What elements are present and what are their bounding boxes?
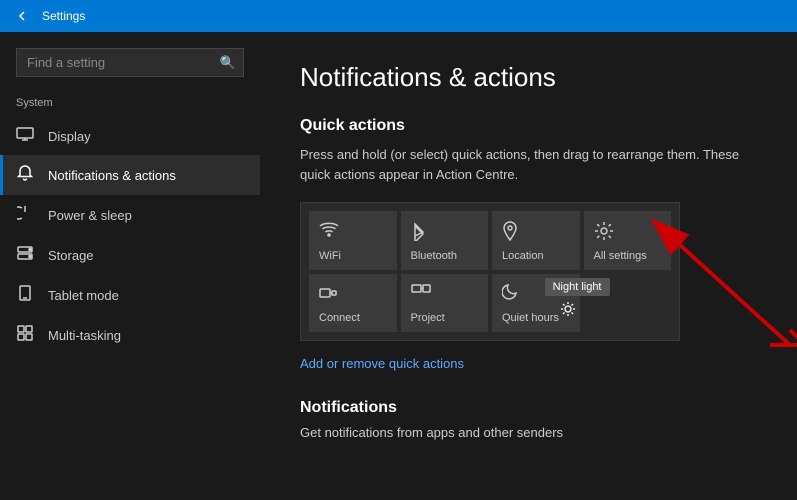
- sidebar-item-tablet[interactable]: Tablet mode: [0, 275, 260, 315]
- settings-icon: [594, 221, 664, 246]
- notifications-desc: Get notifications from apps and other se…: [300, 425, 757, 440]
- project-icon: [411, 284, 481, 305]
- tile-project[interactable]: Project: [401, 274, 489, 332]
- tile-project-label: Project: [411, 312, 481, 324]
- tile-location-label: Location: [502, 250, 572, 262]
- tile-quiet-hours[interactable]: Quiet hours Night light: [492, 274, 580, 332]
- storage-icon: [16, 245, 34, 265]
- sidebar-item-label-notifications: Notifications & actions: [48, 168, 176, 183]
- tile-wifi[interactable]: WiFi: [309, 211, 397, 270]
- multitasking-icon: [16, 325, 34, 345]
- back-button[interactable]: [12, 6, 32, 26]
- tile-bluetooth[interactable]: Bluetooth: [401, 211, 489, 270]
- search-input[interactable]: [16, 48, 244, 77]
- tile-connect[interactable]: Connect: [309, 274, 397, 332]
- tile-location[interactable]: Location: [492, 211, 580, 270]
- sidebar-search-container: 🔍: [16, 48, 244, 77]
- sidebar-item-label-display: Display: [48, 129, 91, 144]
- sidebar-item-label-multitasking: Multi-tasking: [48, 328, 121, 343]
- title-bar: Settings: [0, 0, 797, 32]
- power-icon: [16, 205, 34, 225]
- add-remove-link[interactable]: Add or remove quick actions: [300, 356, 464, 371]
- location-icon: [502, 221, 572, 246]
- bluetooth-icon: [411, 221, 481, 246]
- tile-all-settings-label: All settings: [594, 250, 664, 262]
- tablet-icon: [16, 285, 34, 305]
- night-light-tooltip: Night light: [545, 278, 610, 296]
- sidebar-item-notifications[interactable]: Notifications & actions: [0, 155, 260, 195]
- sidebar-item-multitasking[interactable]: Multi-tasking: [0, 315, 260, 355]
- quick-actions-wrapper: WiFi Bluetooth: [300, 202, 680, 355]
- sidebar-item-label-power: Power & sleep: [48, 208, 132, 223]
- sidebar-item-label-tablet: Tablet mode: [48, 288, 119, 303]
- sidebar-item-storage[interactable]: Storage: [0, 235, 260, 275]
- search-icon: 🔍: [220, 55, 236, 71]
- display-icon: [16, 127, 34, 145]
- sidebar: 🔍 System Display Notifications & actions: [0, 32, 260, 500]
- sidebar-item-power[interactable]: Power & sleep: [0, 195, 260, 235]
- tile-connect-label: Connect: [319, 312, 389, 324]
- tile-all-settings[interactable]: All settings: [584, 211, 672, 270]
- notifications-heading: Notifications: [300, 399, 757, 417]
- tile-wifi-label: WiFi: [319, 250, 389, 262]
- sidebar-item-display[interactable]: Display: [0, 117, 260, 155]
- sidebar-item-label-storage: Storage: [48, 248, 94, 263]
- wifi-icon: [319, 221, 389, 242]
- title-bar-title: Settings: [42, 9, 85, 23]
- notifications-icon: [16, 165, 34, 185]
- tile-bluetooth-label: Bluetooth: [411, 250, 481, 262]
- quick-actions-grid: WiFi Bluetooth: [300, 202, 680, 341]
- page-title: Notifications & actions: [300, 62, 757, 93]
- quick-actions-heading: Quick actions: [300, 117, 757, 135]
- sidebar-section-label: System: [0, 97, 260, 117]
- sun-icon: [560, 301, 576, 322]
- main-layout: 🔍 System Display Notifications & actions: [0, 32, 797, 500]
- quick-actions-desc: Press and hold (or select) quick actions…: [300, 145, 757, 184]
- content-area: Notifications & actions Quick actions Pr…: [260, 32, 797, 500]
- connect-icon: [319, 284, 389, 307]
